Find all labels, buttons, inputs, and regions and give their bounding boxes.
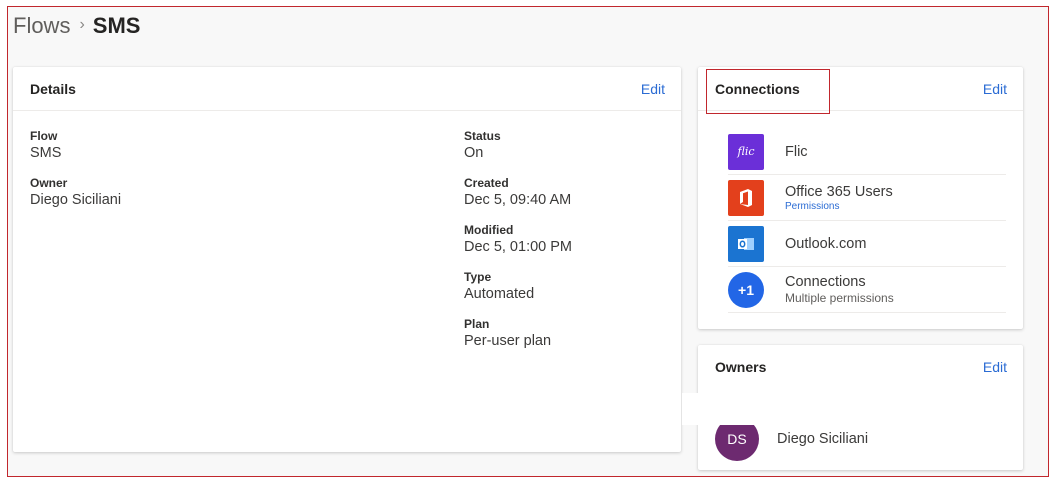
connections-card: Connections Edit flic Flic Office 365 Us… [698, 67, 1023, 329]
overlay-strip [682, 393, 1012, 425]
outlook-icon [728, 225, 764, 262]
connections-title: Connections [715, 80, 800, 97]
field-status: Status On [464, 129, 572, 162]
field-owner: Owner Diego Siciliani [30, 176, 121, 209]
connection-name: Flic [785, 143, 808, 160]
connection-more[interactable]: +1 Connections Multiple permissions [728, 267, 1006, 313]
field-type: Type Automated [464, 270, 572, 303]
breadcrumb-flows-link[interactable]: Flows [13, 13, 70, 39]
connection-name: Connections [785, 274, 866, 290]
connection-outlook[interactable]: Outlook.com [728, 221, 1006, 267]
connections-edit-button[interactable]: Edit [983, 81, 1007, 97]
field-created: Created Dec 5, 09:40 AM [464, 176, 572, 209]
field-flow: Flow SMS [30, 129, 121, 162]
connection-name: Office 365 Users [785, 183, 893, 200]
field-value: Diego Siciliani [30, 192, 122, 208]
details-header: Details Edit [13, 67, 681, 111]
connection-text: Outlook.com [785, 235, 866, 253]
field-plan: Plan Per-user plan [464, 317, 572, 350]
field-value: SMS [30, 145, 62, 161]
connection-text: Flic [785, 143, 808, 161]
office365-logo-shape [740, 188, 752, 207]
details-card: Details Edit Flow SMS Owner Diego Sicili… [13, 67, 681, 452]
office365-icon [728, 179, 764, 216]
owners-title: Owners [715, 359, 767, 375]
field-label: Plan [464, 317, 490, 331]
breadcrumb: Flows › SMS [13, 13, 140, 39]
owners-edit-button[interactable]: Edit [983, 359, 1007, 375]
field-value: Per-user plan [464, 333, 552, 349]
field-label: Type [464, 270, 492, 284]
connection-text: Connections Multiple permissions [785, 273, 894, 306]
flic-icon: flic [728, 133, 764, 170]
field-value: On [464, 145, 484, 161]
connection-text: Office 365 Users Permissions [785, 183, 893, 213]
field-value: Automated [464, 286, 535, 302]
page-title: SMS [92, 13, 141, 38]
connection-subtext: Multiple permissions [785, 291, 894, 305]
field-modified: Modified Dec 5, 01:00 PM [464, 223, 572, 256]
connections-list: flic Flic Office 365 Users Permissions O… [728, 129, 1006, 313]
connection-name: Outlook.com [785, 235, 867, 252]
plus-one-icon: +1 [728, 271, 764, 308]
details-edit-button[interactable]: Edit [641, 81, 665, 97]
owners-header: Owners Edit [698, 345, 1023, 389]
field-value: Dec 5, 09:40 AM [464, 192, 572, 208]
connection-flic[interactable]: flic Flic [728, 129, 1006, 175]
field-label: Status [464, 129, 501, 143]
field-label: Owner [30, 176, 68, 190]
field-label: Flow [30, 129, 58, 143]
field-label: Created [464, 176, 509, 190]
connections-header: Connections Edit [698, 67, 1023, 111]
permissions-link[interactable]: Permissions [785, 201, 893, 213]
owner-name: Diego Siciliani [777, 431, 869, 447]
details-right-column: Status On Created Dec 5, 09:40 AM Modifi… [464, 129, 572, 364]
breadcrumb-separator-icon: › [79, 16, 85, 33]
field-label: Modified [464, 223, 514, 237]
field-value: Dec 5, 01:00 PM [464, 239, 572, 255]
connection-office365-users[interactable]: Office 365 Users Permissions [728, 175, 1006, 221]
details-left-column: Flow SMS Owner Diego Siciliani [30, 129, 121, 223]
details-title: Details [30, 80, 76, 97]
outlook-logo-shape [738, 237, 754, 250]
